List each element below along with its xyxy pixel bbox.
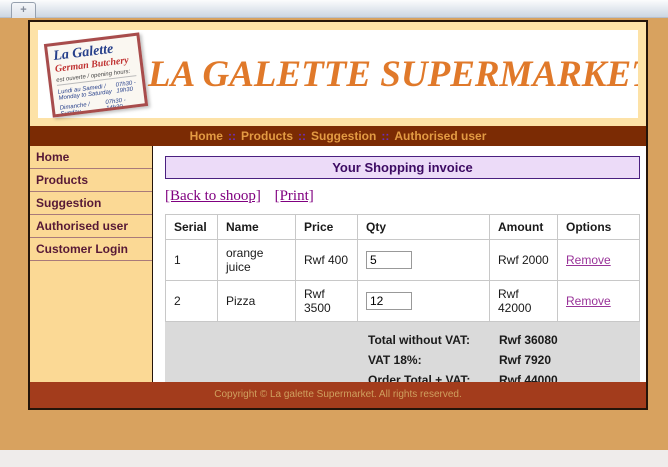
cell-options: Remove (557, 280, 640, 322)
total-label: Order Total + VAT: (368, 373, 471, 382)
sidebar-item-customer-login[interactable]: Customer Login (30, 238, 152, 261)
logo-sunday-hours: 07h30 - 14h30 (105, 97, 127, 112)
desktop-background: La Galette German Butchery est ouverte /… (0, 18, 668, 450)
status-bar (0, 450, 668, 467)
logo-sunday-label: Dimanche / Sunday (59, 101, 91, 118)
cell-amount: Rwf 42000 (489, 280, 558, 322)
cell-qty (357, 239, 490, 281)
table-row: 1 orange juice Rwf 400 Rwf 2000 Remove (165, 239, 640, 281)
col-header-price: Price (295, 214, 358, 240)
page-title: LA GALETTE SUPERMARKET (148, 53, 638, 95)
cell-amount: Rwf 2000 (489, 239, 558, 281)
logo-weekday-hours: 07h30 - 19h30 (115, 80, 137, 95)
invoice-links: [Back to shoop] [Print] (165, 188, 640, 205)
sidebar-item-products[interactable]: Products (30, 169, 152, 192)
col-header-name: Name (217, 214, 296, 240)
total-label: VAT 18%: (368, 353, 422, 367)
header-banner: La Galette German Butchery est ouverte /… (38, 30, 638, 118)
remove-link[interactable]: Remove (566, 294, 611, 308)
main-panel: Your Shopping invoice [Back to shoop] [P… (153, 146, 646, 382)
totals-section: Total without VAT: Rwf 36080 VAT 18%: Rw… (165, 322, 640, 382)
total-value: Rwf 7920 (499, 353, 552, 367)
tab-plus-icon: + (20, 4, 27, 16)
nav-item-products[interactable]: Products (241, 129, 293, 143)
col-header-qty: Qty (357, 214, 490, 240)
sidebar-item-suggestion[interactable]: Suggestion (30, 192, 152, 215)
qty-input[interactable] (366, 292, 412, 310)
shop-sign-logo: La Galette German Butchery est ouverte /… (43, 32, 149, 118)
cell-options: Remove (557, 239, 640, 281)
total-without-vat-row: Total without VAT: Rwf 36080 (165, 331, 640, 351)
total-label: Total without VAT: (368, 333, 470, 347)
header: La Galette German Butchery est ouverte /… (30, 22, 646, 126)
browser-chrome: + (0, 0, 668, 18)
nav-separator: :: (381, 129, 390, 143)
nav-item-home[interactable]: Home (190, 129, 223, 143)
col-header-amount: Amount (489, 214, 558, 240)
col-header-options: Options (557, 214, 640, 240)
print-link[interactable]: [Print] (275, 188, 314, 204)
nav-item-authorised-user[interactable]: Authorised user (394, 129, 486, 143)
remove-link[interactable]: Remove (566, 253, 611, 267)
sidebar: Home Products Suggestion Authorised user… (30, 146, 153, 382)
order-total-row: Order Total + VAT: Rwf 44000 (165, 371, 640, 382)
top-nav: Home:: Products:: Suggestion:: Authorised u… (30, 126, 646, 146)
cell-price: Rwf 3500 (295, 280, 358, 322)
browser-tab[interactable]: + (11, 2, 36, 18)
vat-row: VAT 18%: Rwf 7920 (165, 351, 640, 371)
back-to-shop-link[interactable]: [Back to shoop] (165, 188, 261, 204)
sidebar-item-home[interactable]: Home (30, 146, 152, 169)
invoice-title-bar: Your Shopping invoice (165, 156, 640, 179)
sidebar-item-authorised-user[interactable]: Authorised user (30, 215, 152, 238)
page-container: La Galette German Butchery est ouverte /… (28, 20, 648, 410)
cell-price: Rwf 400 (295, 239, 358, 281)
content-area: Home Products Suggestion Authorised user… (30, 146, 646, 382)
cell-qty (357, 280, 490, 322)
nav-separator: :: (227, 129, 236, 143)
nav-item-suggestion[interactable]: Suggestion (311, 129, 376, 143)
qty-input[interactable] (366, 251, 412, 269)
total-value: Rwf 44000 (499, 373, 558, 382)
invoice-table: Serial Name Price Qty Amount Options 1 o… (165, 214, 640, 322)
cell-serial: 1 (165, 239, 218, 281)
footer: Copyright © La galette Supermarket. All … (30, 382, 646, 408)
total-value: Rwf 36080 (499, 333, 558, 347)
cell-name: Pizza (217, 280, 296, 322)
col-header-serial: Serial (165, 214, 218, 240)
cell-name: orange juice (217, 239, 296, 281)
cell-serial: 2 (165, 280, 218, 322)
invoice-table-header-row: Serial Name Price Qty Amount Options (165, 214, 640, 240)
table-row: 2 Pizza Rwf 3500 Rwf 42000 Remove (165, 280, 640, 322)
nav-separator: :: (298, 129, 306, 143)
